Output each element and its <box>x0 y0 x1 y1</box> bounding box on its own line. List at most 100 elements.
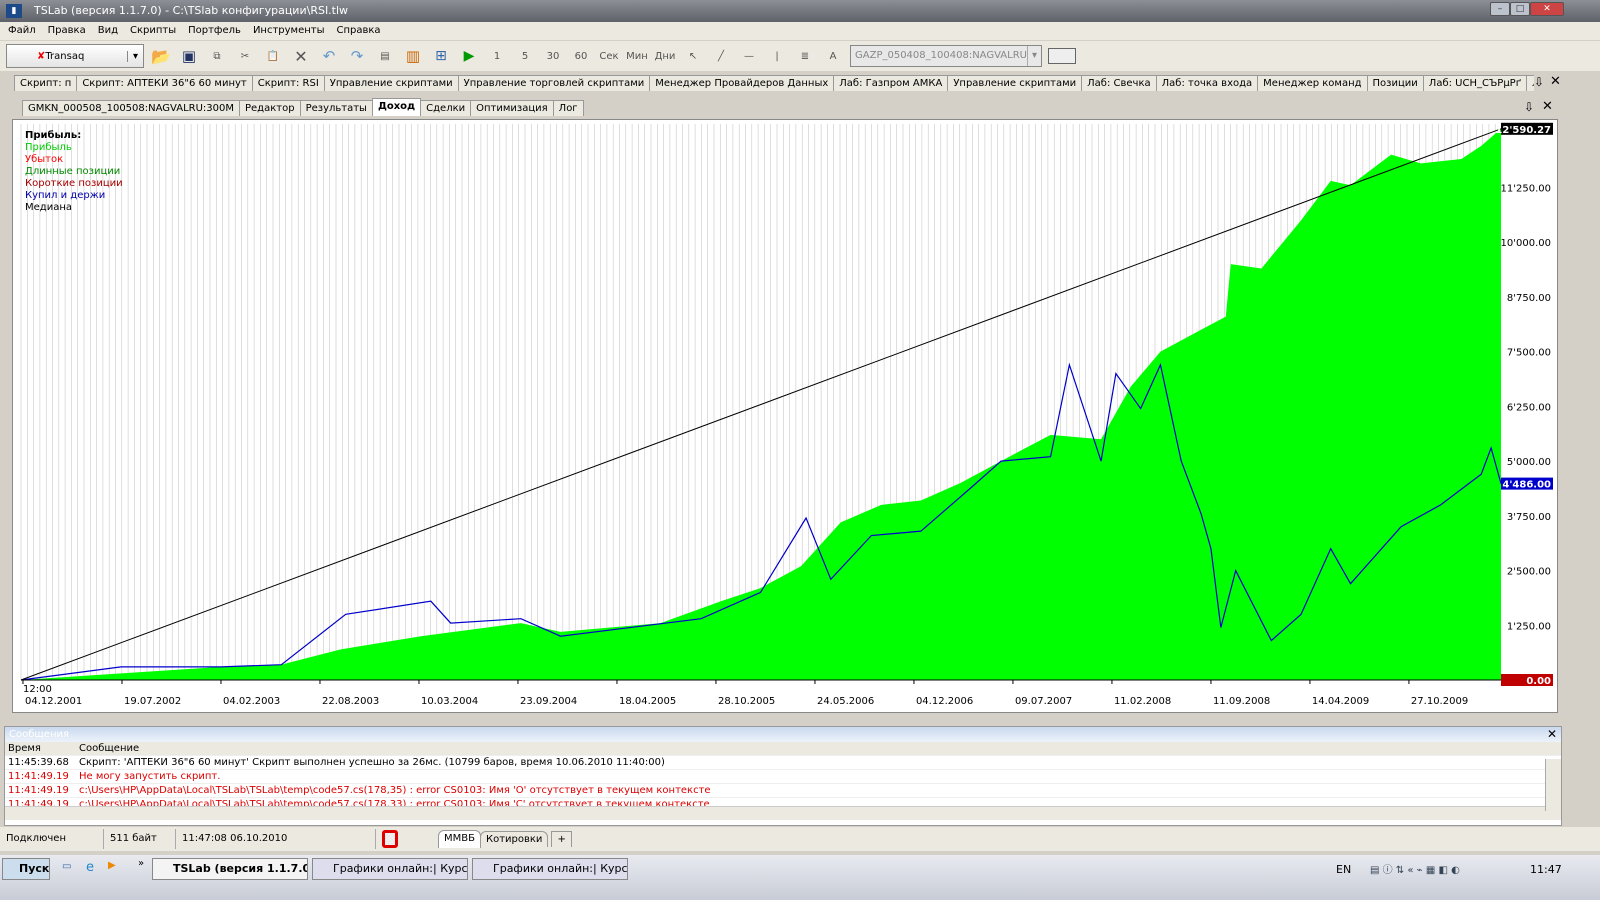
horizontal-scrollbar[interactable] <box>5 806 1561 820</box>
inner-tab[interactable]: Сделки <box>420 100 472 116</box>
menu-file[interactable]: Файл <box>8 22 36 40</box>
legend-item[interactable]: Убыток <box>25 154 123 166</box>
doc-tab[interactable]: Позиции <box>1366 75 1424 91</box>
cursor-icon[interactable]: ↖ <box>682 45 704 67</box>
menu-tools[interactable]: Инструменты <box>253 22 325 40</box>
doc-tab[interactable]: Управление скриптами <box>947 75 1083 91</box>
y-tick-label: 1'250.00 <box>1507 621 1551 632</box>
close-button[interactable]: ✕ <box>1530 2 1564 16</box>
doc-tab[interactable]: Скрипт: п <box>14 75 78 91</box>
maximize-button[interactable]: □ <box>1510 2 1530 16</box>
inner-tab[interactable]: Лог <box>552 100 584 116</box>
stop-icon[interactable] <box>382 830 398 848</box>
open-icon[interactable]: 📂 <box>150 45 172 67</box>
doc-tab[interactable]: Управление торговлей скриптами <box>457 75 651 91</box>
media-icon[interactable]: ▶ <box>108 860 116 871</box>
fib-tool-icon[interactable]: ≣ <box>794 45 816 67</box>
tf-5[interactable]: 5 <box>514 45 536 67</box>
doc-tab[interactable]: Лаб: точка входа <box>1155 75 1259 91</box>
tab-micex[interactable]: ММВБ <box>438 830 481 848</box>
menu-edit[interactable]: Правка <box>48 22 86 40</box>
doc-tab[interactable]: Лаб: точка входа 1 <box>1525 75 1534 91</box>
network-icon[interactable]: ⊞ <box>430 45 452 67</box>
paste-icon[interactable]: 📋 <box>262 45 284 67</box>
message-row[interactable]: 11:45:39.68 Скрипт: 'АПТЕКИ 36"6 60 минут… <box>5 756 1545 770</box>
message-row[interactable]: 11:41:49.19 Не могу запустить скрипт. <box>5 770 1545 784</box>
provider-dropdown[interactable]: ✘ Transaq ▾ <box>6 44 144 68</box>
vertical-scrollbar[interactable] <box>1545 759 1561 811</box>
message-row[interactable]: 11:41:49.19 c:\Users\HP\AppData\Local\TSL… <box>5 798 1545 806</box>
cut-icon[interactable]: ✂ <box>234 45 256 67</box>
task-tslab[interactable]: TSLab (версия 1.1.7.0... <box>152 858 308 880</box>
tab-quotes[interactable]: Котировки <box>479 831 549 847</box>
properties-icon[interactable]: ▤ <box>374 45 396 67</box>
inner-tab[interactable]: GMKN_000508_100508:NAGVALRU:300M <box>22 100 240 116</box>
line-tool-icon[interactable]: ╱ <box>710 45 732 67</box>
legend-item[interactable]: Медиана <box>25 202 123 214</box>
message-text: Не могу запустить скрипт. <box>79 771 221 782</box>
unit-sec[interactable]: Сек <box>598 45 620 67</box>
run-icon[interactable]: ▶ <box>458 45 480 67</box>
tabs-menu-icon[interactable]: ⇩ <box>1534 75 1544 89</box>
menu-scripts[interactable]: Скрипты <box>130 22 176 40</box>
doc-tab[interactable]: Скрипт: RSI <box>251 75 325 91</box>
doc-tab[interactable]: Управление скриптами <box>323 75 459 91</box>
hline-tool-icon[interactable]: — <box>738 45 760 67</box>
close-tab-icon[interactable]: ✕ <box>1550 74 1561 89</box>
inner-tab[interactable]: Оптимизация <box>470 100 554 116</box>
language-indicator[interactable]: EN <box>1336 863 1351 876</box>
close-panel-icon[interactable]: ✕ <box>1542 99 1553 114</box>
legend-item[interactable]: Короткие позиции <box>25 178 123 190</box>
doc-tab[interactable]: Менеджер Провайдеров Данных <box>649 75 835 91</box>
unit-min[interactable]: Мин <box>626 45 648 67</box>
menu-help[interactable]: Справка <box>337 22 381 40</box>
tf-30[interactable]: 30 <box>542 45 564 67</box>
tabs-menu-icon[interactable]: ⇩ <box>1524 100 1534 114</box>
message-time: 11:41:49.19 <box>8 799 69 806</box>
tray-icons[interactable]: ▤ ⓘ ⇅ « ⌁ ▦ ◧ ◐ <box>1370 861 1460 876</box>
ie-icon[interactable]: e <box>86 860 94 875</box>
legend-item[interactable]: Прибыль <box>25 142 123 154</box>
messages-panel: Сообщения ✕ Время Сообщение 11:45:39.68 Ск… <box>4 726 1562 826</box>
col-time[interactable]: Время <box>5 742 79 755</box>
message-row[interactable]: 11:41:49.19 c:\Users\HP\AppData\Local\TSL… <box>5 784 1545 798</box>
legend-item[interactable]: Длинные позиции <box>25 166 123 178</box>
col-message[interactable]: Сообщение <box>79 742 139 755</box>
menu-view[interactable]: Вид <box>98 22 118 40</box>
text-tool-icon[interactable]: A <box>822 45 844 67</box>
task-browser-1[interactable]: Графики онлайн:| Курс... <box>312 858 468 880</box>
close-messages-icon[interactable]: ✕ <box>1547 727 1557 741</box>
start-button[interactable]: Пуск <box>2 858 50 880</box>
inner-tab[interactable]: Доход <box>371 98 422 116</box>
show-desktop-icon[interactable]: ▭ <box>62 861 71 872</box>
chevron-down-icon[interactable]: ▾ <box>127 50 143 62</box>
doc-tab[interactable]: Менеджер команд <box>1257 75 1368 91</box>
more-icon[interactable]: » <box>138 858 144 869</box>
x-tick-label: 24.05.2006 <box>817 696 874 707</box>
save-icon[interactable]: ▣ <box>178 45 200 67</box>
doc-tab[interactable]: Лаб: Свечка <box>1081 75 1157 91</box>
add-tab-button[interactable]: + <box>551 831 572 847</box>
inner-tab[interactable]: Редактор <box>239 100 301 116</box>
legend-item[interactable]: Купил и держи <box>25 190 123 202</box>
chevron-down-icon[interactable]: ▾ <box>1027 46 1041 66</box>
doc-tab[interactable]: Лаб: Газпром АМКА <box>833 75 949 91</box>
chart-icon[interactable]: ▥ <box>402 45 424 67</box>
tf-60[interactable]: 60 <box>570 45 592 67</box>
color-box[interactable] <box>1048 48 1076 64</box>
copy-icon[interactable]: ⧉ <box>206 45 228 67</box>
doc-tab[interactable]: Скрипт: АПТЕКИ 36"6 60 минут <box>76 75 253 91</box>
menu-portfolio[interactable]: Портфель <box>188 22 241 40</box>
unit-days[interactable]: Дни <box>654 45 676 67</box>
equity-chart[interactable]: 1'250.00 2'500.00 3'750.00 5'000.00 6'250.00… <box>13 120 1559 714</box>
tf-1[interactable]: 1 <box>486 45 508 67</box>
inner-tab[interactable]: Результаты <box>299 100 373 116</box>
redo-icon[interactable]: ↷ <box>346 45 368 67</box>
instrument-select[interactable]: GAZP_050408_100408:NAGVALRU ▾ <box>850 45 1042 67</box>
doc-tab[interactable]: Лаб: UCH_СЪРµРґ <box>1422 75 1527 91</box>
minimize-button[interactable]: – <box>1490 2 1510 16</box>
undo-icon[interactable]: ↶ <box>318 45 340 67</box>
task-browser-2[interactable]: Графики онлайн:| Курс... <box>472 858 628 880</box>
vline-tool-icon[interactable]: | <box>766 45 788 67</box>
delete-icon[interactable]: ✕ <box>290 45 312 67</box>
